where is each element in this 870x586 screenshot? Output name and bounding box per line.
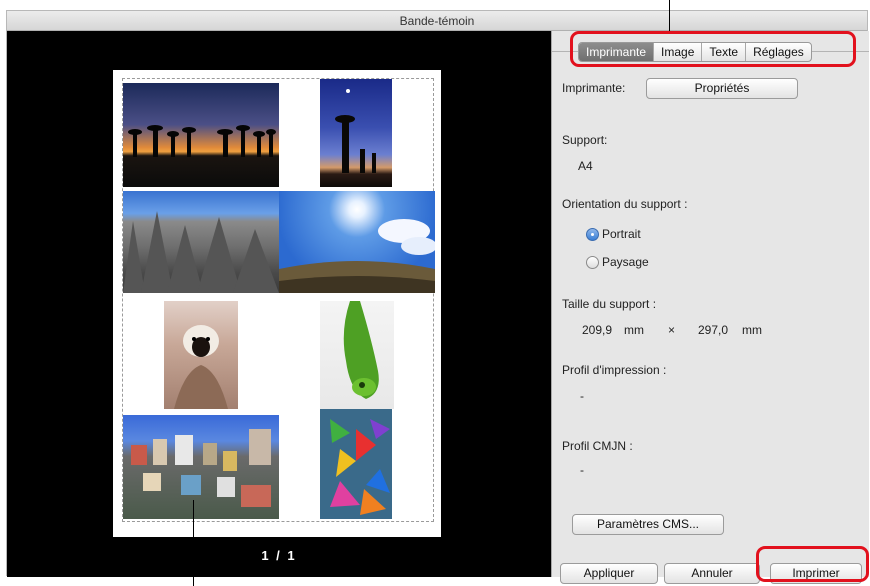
landscape-radio[interactable]: Paysage (586, 255, 649, 269)
printable-area (122, 78, 437, 522)
lemur-face-icon (174, 325, 228, 409)
town-buildings-icon (131, 429, 271, 507)
print-preview-area: 1 / 1 (7, 31, 551, 577)
hillside-town-photo[interactable] (123, 415, 279, 519)
landscape-radio-label: Paysage (602, 255, 649, 269)
settings-panel: Imprimante Image Texte Réglages Impriman… (551, 31, 869, 584)
tabs-highlight (570, 31, 856, 67)
radio-selected-icon (586, 227, 599, 241)
cancel-button[interactable]: Annuler (664, 563, 760, 584)
print-button-highlight (756, 546, 869, 582)
apply-button[interactable]: Appliquer (560, 563, 658, 584)
radio-unselected-icon (586, 255, 599, 269)
chameleon-photo[interactable] (320, 301, 394, 409)
contact-sheet-window: Bande-témoin 1 / 1 Imprimante Image Text… (6, 10, 869, 584)
size-width-unit: mm (624, 323, 644, 337)
size-height-value: 297,0 (698, 323, 729, 337)
rock-spires-icon (123, 211, 279, 293)
size-times-symbol: × (668, 323, 676, 337)
orientation-label: Orientation du support : (562, 197, 688, 211)
cmyk-profile-value: - (580, 463, 584, 477)
window-title: Bande-témoin (7, 11, 867, 31)
baobab-silhouette-icon (128, 125, 276, 157)
tabs-callout-line (669, 0, 670, 31)
pinwheels-icon (330, 419, 390, 515)
baobab-night-silhouette-icon (335, 89, 376, 173)
paper-sheet (113, 70, 441, 537)
size-label: Taille du support : (562, 297, 657, 311)
baobab-sunset-photo[interactable] (123, 83, 279, 187)
size-height-unit: mm (742, 323, 762, 337)
support-value: A4 (578, 159, 593, 173)
preview-callout-line (193, 500, 194, 586)
portrait-radio-label: Portrait (602, 227, 641, 241)
colorful-pinwheels-photo[interactable] (320, 409, 392, 519)
cmyk-profile-label: Profil CMJN : (562, 439, 633, 453)
print-profile-label: Profil d'impression : (562, 363, 667, 377)
chameleon-icon (343, 301, 379, 399)
size-width-value: 209,9 (582, 323, 613, 337)
cloud-horizon-icon (279, 219, 437, 293)
lemur-photo[interactable] (164, 301, 238, 409)
page-indicator: 1 / 1 (261, 548, 297, 563)
printer-label: Imprimante: (562, 81, 626, 95)
baobab-night-photo[interactable] (320, 79, 392, 187)
properties-button[interactable]: Propriétés (646, 78, 798, 99)
rock-formation-photo[interactable] (123, 191, 279, 293)
support-label: Support: (562, 133, 608, 147)
sky-sun-photo[interactable] (279, 191, 437, 293)
portrait-radio[interactable]: Portrait (586, 227, 641, 241)
cms-settings-button[interactable]: Paramètres CMS... (572, 514, 724, 535)
print-profile-value: - (580, 389, 584, 403)
